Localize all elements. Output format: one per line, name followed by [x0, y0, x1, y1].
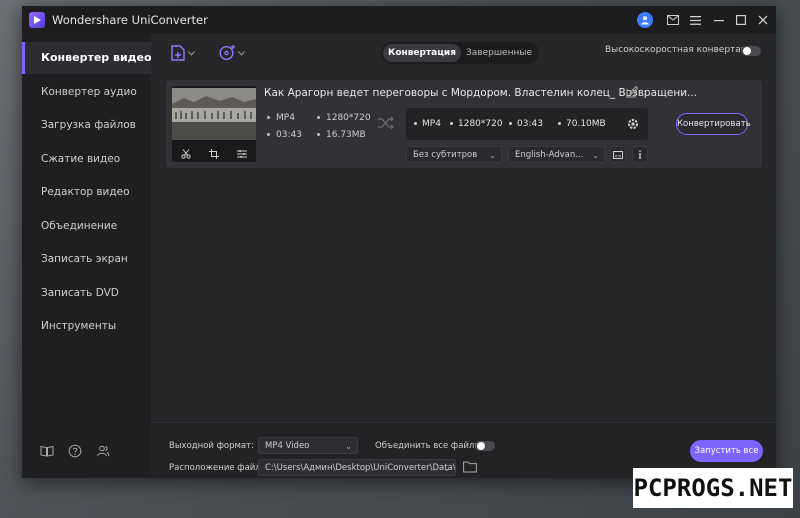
convert-arrows-icon: [378, 116, 394, 130]
subtitle-icon: [613, 150, 623, 159]
main-panel: Конвертация Завершенные Высокоскоростная…: [151, 34, 776, 478]
watermark-logo: PCPROGS.NET: [633, 468, 793, 508]
sidebar-item-downloader[interactable]: Загрузка файлов: [22, 109, 151, 141]
file-location-select[interactable]: C:\Users\Админ\Desktop\UniConverter\Data…: [258, 459, 456, 476]
convert-button[interactable]: Конвертировать: [676, 113, 751, 135]
sidebar-item-compressor[interactable]: Сжатие видео: [22, 143, 151, 175]
chevron-down-icon: ⌄: [443, 464, 450, 473]
info-button[interactable]: [632, 146, 648, 163]
menu-icon[interactable]: [686, 11, 704, 29]
source-format: MP4: [267, 113, 295, 123]
user-account-icon[interactable]: [636, 11, 654, 29]
file-card: Как Арагорн ведет переговоры с Мордором.…: [166, 80, 762, 168]
crop-icon[interactable]: [209, 149, 219, 159]
video-preview-image: [172, 88, 256, 140]
scissors-icon[interactable]: [181, 149, 191, 159]
chevron-down-icon: ⌄: [592, 151, 599, 160]
file-location-label: Расположение файла:: [169, 463, 269, 473]
chevron-down-icon: [188, 50, 195, 56]
merge-all-label: Объединить все файлы:: [375, 441, 484, 451]
tab-finished[interactable]: Завершенные: [461, 44, 537, 62]
add-dvd-button[interactable]: [219, 44, 245, 62]
source-size: 16.73MB: [317, 130, 366, 140]
subtitle-select[interactable]: Без субтитров ⌄: [406, 146, 502, 163]
add-file-icon: [171, 45, 185, 61]
add-disc-icon: [219, 45, 235, 61]
target-duration: 03:43: [509, 119, 543, 129]
sidebar-item-video-editor[interactable]: Редактор видео: [22, 176, 151, 208]
target-resolution: 1280*720: [450, 119, 503, 129]
help-icon[interactable]: [68, 444, 82, 458]
sidebar-item-audio-converter[interactable]: Конвертер аудио: [22, 76, 151, 108]
subtitle-edit-button[interactable]: [610, 146, 626, 163]
folder-icon[interactable]: [463, 461, 477, 473]
chevron-down-icon: ⌄: [489, 151, 496, 160]
output-format-select[interactable]: MP4 Video ⌄: [258, 437, 358, 454]
effects-icon[interactable]: [237, 149, 247, 159]
source-resolution: 1280*720: [317, 113, 371, 123]
add-files-button[interactable]: [171, 44, 195, 62]
window-title: Wondershare UniConverter: [52, 13, 208, 27]
gear-icon[interactable]: [626, 117, 640, 131]
close-icon[interactable]: [754, 11, 772, 29]
output-format-label: Выходной формат:: [169, 441, 254, 451]
high-speed-toggle[interactable]: [741, 46, 761, 56]
title-bar: Wondershare UniConverter: [22, 6, 776, 34]
maximize-icon[interactable]: [732, 11, 750, 29]
chevron-down-icon: [238, 50, 245, 56]
conversion-tabs: Конвертация Завершенные: [381, 42, 539, 64]
minimize-icon[interactable]: [710, 11, 728, 29]
video-thumbnail[interactable]: [172, 86, 256, 162]
target-size: 70.10MB: [558, 119, 606, 129]
sidebar-item-video-converter[interactable]: Конвертер видео: [22, 42, 152, 74]
sidebar-item-dvd-burner[interactable]: Записать DVD: [22, 277, 151, 309]
chevron-down-icon: ⌄: [345, 442, 352, 451]
book-icon[interactable]: [40, 444, 54, 458]
app-window: Wondershare UniConverter Конвертер видео…: [22, 6, 776, 478]
info-icon: [639, 150, 641, 159]
rename-edit-icon[interactable]: [626, 86, 638, 98]
target-settings[interactable]: MP4 1280*720 03:43 70.10MB: [406, 108, 648, 140]
people-icon[interactable]: [96, 444, 110, 458]
sidebar-item-merger[interactable]: Объединение: [22, 210, 151, 242]
source-duration: 03:43: [267, 130, 302, 140]
target-format: MP4: [414, 119, 441, 129]
sidebar-item-toolbox[interactable]: Инструменты: [22, 310, 151, 342]
audio-track-select[interactable]: English-Advan... ⌄: [508, 146, 605, 163]
high-speed-label: Высокоскоростная конвертация: [605, 45, 759, 55]
tab-converting[interactable]: Конвертация: [383, 44, 461, 62]
sidebar: Конвертер видео Конвертер аудио Загрузка…: [22, 34, 152, 478]
mail-icon[interactable]: [664, 11, 682, 29]
start-all-button[interactable]: Запустить все: [690, 440, 763, 462]
app-logo-icon: [29, 12, 45, 28]
merge-all-toggle[interactable]: [475, 441, 495, 451]
sidebar-item-screen-recorder[interactable]: Записать экран: [22, 243, 151, 275]
